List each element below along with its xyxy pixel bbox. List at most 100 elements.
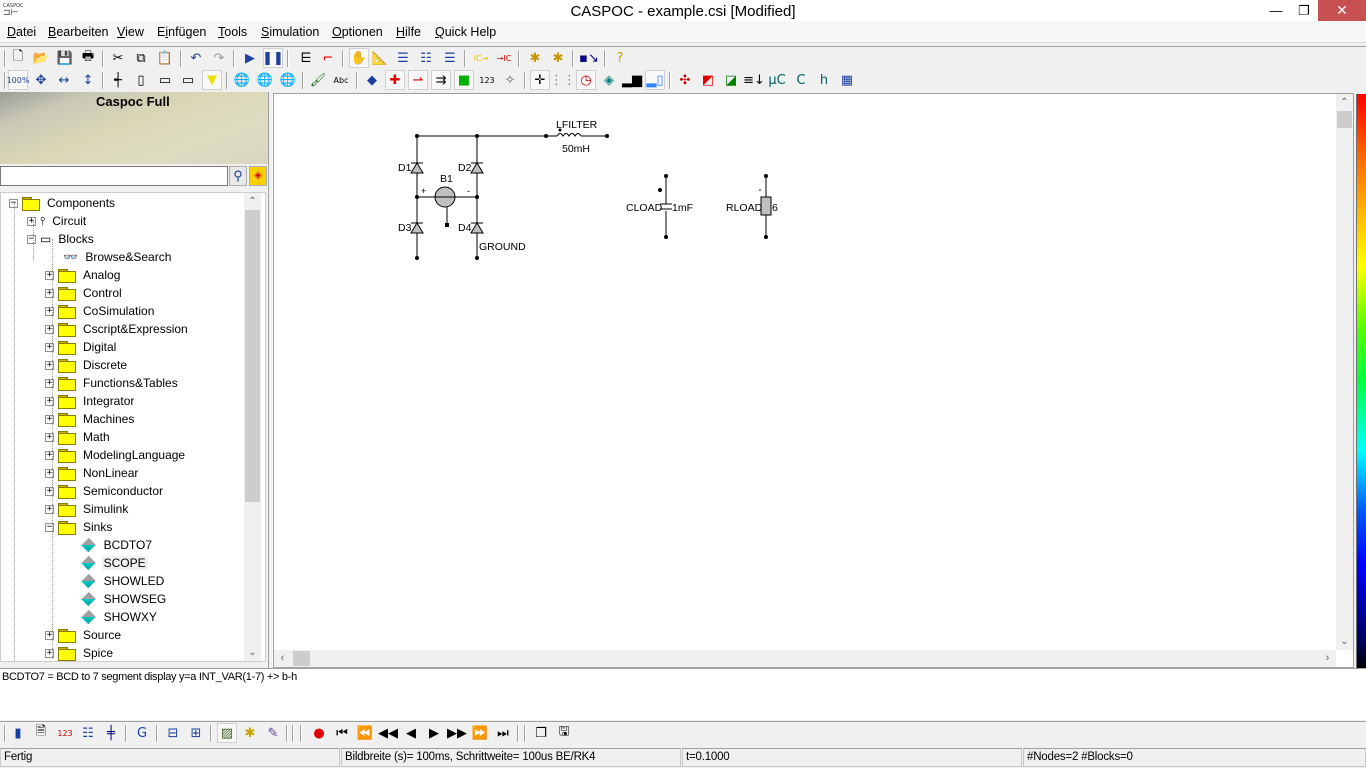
globe-1-button[interactable]: 🌐	[232, 70, 252, 90]
node[interactable]	[415, 134, 419, 138]
label-d1[interactable]: D1	[398, 162, 411, 174]
step-back-button[interactable]: ◀	[401, 723, 421, 743]
menu-view[interactable]: View	[117, 25, 144, 39]
node[interactable]	[764, 174, 768, 178]
cross-node-button[interactable]: ✚	[385, 70, 405, 90]
back-button[interactable]: ◀◀	[378, 723, 398, 743]
tree-item-sinks[interactable]: − Sinks	[45, 518, 114, 536]
diode-d1[interactable]	[410, 162, 424, 174]
label-cload[interactable]: CLOAD	[626, 202, 662, 214]
counter-123-button[interactable]: 123	[55, 723, 75, 743]
arrow-red-button[interactable]: ⇀	[408, 70, 428, 90]
text-button[interactable]: Abc	[331, 70, 351, 90]
list-sort-button[interactable]: ☰	[440, 48, 460, 68]
grid-button[interactable]: ⋮⋮	[550, 70, 576, 90]
zoom-fit-button[interactable]: ✥	[31, 70, 51, 90]
fast-forward-button[interactable]: ⏩	[470, 723, 490, 743]
component-bar-button[interactable]: ╪	[101, 723, 121, 743]
scroll-up-arrow[interactable]: ⌃	[1336, 94, 1353, 111]
label-lfilter[interactable]: LFILTER	[556, 119, 597, 131]
node[interactable]	[475, 195, 479, 199]
label-ground[interactable]: GROUND	[479, 241, 526, 253]
node[interactable]	[764, 235, 768, 239]
new-file-button[interactable]: 🗋	[8, 48, 28, 68]
label-d4[interactable]: D4	[458, 222, 471, 234]
tree-item-browse-search[interactable]: 👓 Browse&Search	[50, 248, 173, 266]
tree-item-components[interactable]: − Components	[9, 194, 117, 212]
menu-datei[interactable]: Datei	[7, 25, 36, 39]
pen-tool-button[interactable]: ✎	[263, 723, 283, 743]
node[interactable]	[475, 256, 479, 260]
run-button[interactable]: ▶	[240, 48, 260, 68]
tree-item-control[interactable]: + Control	[45, 284, 124, 302]
tree-item-showled[interactable]: SHOWLED	[67, 572, 167, 590]
copy-button[interactable]: ⧉	[131, 48, 151, 68]
save-all-button[interactable]: 🖫	[554, 723, 574, 743]
tree-item-cosimulation[interactable]: + CoSimulation	[45, 302, 156, 320]
shape-3d-button[interactable]: ◆	[362, 70, 382, 90]
label-cload-value[interactable]: 1mF	[672, 202, 693, 214]
minimize-button[interactable]: —	[1262, 0, 1290, 21]
canvas-vertical-scrollbar[interactable]: ⌃ ⌄	[1336, 94, 1353, 650]
menu-bearbeiten[interactable]: Bearbeiten	[48, 25, 108, 39]
scroll-thumb[interactable]	[245, 210, 260, 502]
image-1-button[interactable]: ▨	[217, 723, 237, 743]
zoom-height-button[interactable]: ↕	[78, 70, 98, 90]
label-d2[interactable]: D2	[458, 162, 471, 174]
label-rload-value[interactable]: 6	[772, 202, 778, 214]
report-button[interactable]: 🗎	[31, 723, 51, 743]
tree-item-bcdto7[interactable]: BCDTO7	[67, 536, 154, 554]
scroll-down-arrow[interactable]: ⌄	[1336, 633, 1353, 650]
tree-item-nonlinear[interactable]: + NonLinear	[45, 464, 140, 482]
numbers-button[interactable]: 123	[477, 70, 497, 90]
scroll-thumb[interactable]	[1337, 111, 1352, 128]
search-button[interactable]: ⚲	[229, 166, 247, 186]
fast-back-button[interactable]: ⏪	[355, 723, 375, 743]
scroll-right-arrow[interactable]: ›	[1319, 650, 1336, 667]
menu-hilfe[interactable]: Hilfe	[396, 25, 421, 39]
tree-item-functions-tables[interactable]: + Functions&Tables	[45, 374, 180, 392]
tree-item-spice[interactable]: + Spice	[45, 644, 115, 661]
magic-wand-button[interactable]: ✧	[500, 70, 520, 90]
menu-tools[interactable]: Tools	[218, 25, 247, 39]
overlay-2-button[interactable]: ◪	[721, 70, 741, 90]
node[interactable]	[658, 188, 662, 192]
hierarchy-button[interactable]: ▪↘	[579, 48, 599, 68]
waveform-button[interactable]: ⌐	[318, 48, 338, 68]
scroll-up-arrow[interactable]: ⌃	[244, 193, 261, 210]
chip-c-button[interactable]: C	[791, 70, 811, 90]
label-lfilter-value[interactable]: 50mH	[562, 143, 590, 155]
tree-item-blocks[interactable]: − ▭ Blocks	[27, 230, 96, 248]
window-split-1-button[interactable]: ⊟	[163, 723, 183, 743]
node[interactable]	[415, 256, 419, 260]
level-2-button[interactable]: ▂▯	[645, 70, 665, 90]
pause-button[interactable]: ❚❚	[262, 48, 284, 68]
tree-item-cscript-expression[interactable]: + Cscript&Expression	[45, 320, 190, 338]
tree-item-digital[interactable]: + Digital	[45, 338, 118, 356]
wizard-2-button[interactable]: ✱	[548, 48, 568, 68]
node[interactable]	[415, 195, 419, 199]
help-button[interactable]: ?	[610, 48, 630, 68]
block-out-button[interactable]: ■	[454, 70, 474, 90]
brush-button[interactable]: 🖌	[308, 70, 328, 90]
chip-uc-button[interactable]: μC	[767, 70, 787, 90]
list-button[interactable]: ☰	[393, 48, 413, 68]
probe-button[interactable]: ▼	[202, 70, 222, 90]
tree-item-showxy[interactable]: SHOWXY	[67, 608, 159, 626]
play-button[interactable]: ▶	[424, 723, 444, 743]
paint-bucket-button[interactable]: ◈	[599, 70, 619, 90]
tree-item-semiconductor[interactable]: + Semiconductor	[45, 482, 165, 500]
wizard-1-button[interactable]: ✱	[525, 48, 545, 68]
node[interactable]	[544, 134, 548, 138]
component-button[interactable]: ▯	[131, 70, 151, 90]
window-split-2-button[interactable]: ⊞	[186, 723, 206, 743]
tree-item-math[interactable]: + Math	[45, 428, 112, 446]
import-ic-button[interactable]: →IC	[494, 48, 514, 68]
windows-button[interactable]: ❐	[531, 723, 551, 743]
scroll-down-arrow[interactable]: ⌄	[244, 644, 261, 661]
node[interactable]	[475, 134, 479, 138]
menu-simulation[interactable]: Simulation	[261, 25, 319, 39]
library-search-input[interactable]	[0, 166, 228, 186]
export-ic-button[interactable]: IC→	[471, 48, 491, 68]
refresh-g-button[interactable]: G	[132, 723, 152, 743]
